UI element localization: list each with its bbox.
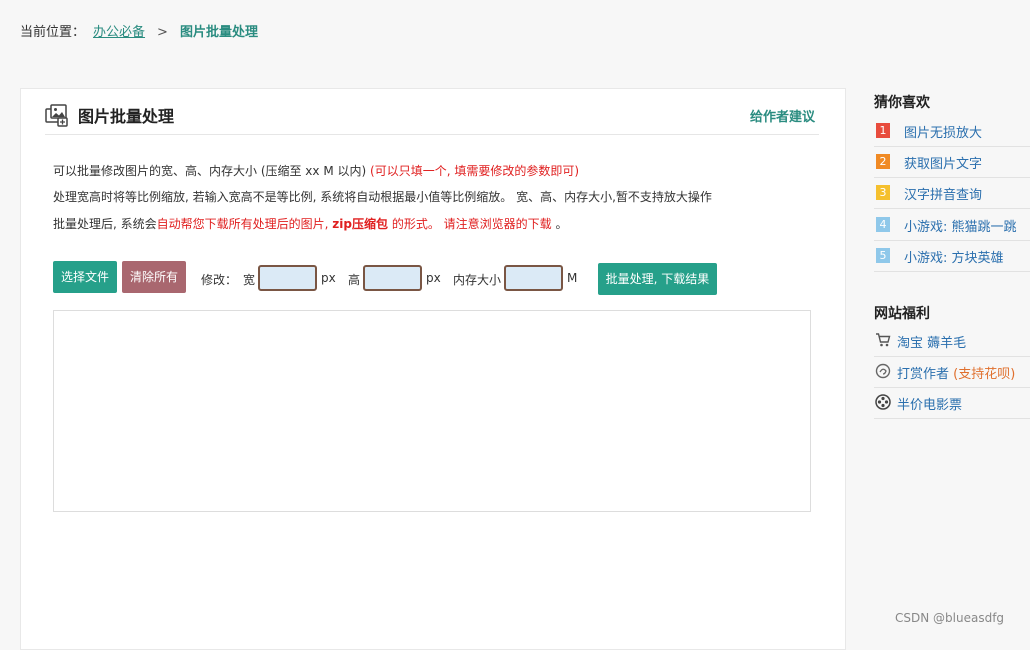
guess-item-label: 获取图片文字 <box>904 157 983 172</box>
perk-item-movie[interactable]: 半价电影票 <box>874 388 1030 419</box>
perk-label: 淘宝 薅羊毛 <box>897 336 967 351</box>
guess-title: 猜你喜欢 <box>874 95 930 111</box>
breadcrumb-prefix: 当前位置： <box>20 25 86 40</box>
perk-item-taobao[interactable]: 淘宝 薅羊毛 <box>874 326 1030 357</box>
rank-number: 3 <box>876 185 890 200</box>
breadcrumb-separator: > <box>157 25 168 40</box>
desc1-main: 可以批量修改图片的宽、高、内存大小 (压缩至 xx M 以内) <box>53 164 367 178</box>
desc3-red-2: 的形式。 请注意浏览器的下载 <box>391 217 552 231</box>
guess-item[interactable]: 2 获取图片文字 <box>874 146 1030 178</box>
rank-number: 5 <box>876 248 890 263</box>
panel-header: 图片批量处理 给作者建议 <box>45 101 819 135</box>
desc3-red-1: 自动帮您下载所有处理后的图片, <box>156 217 329 231</box>
rank-number: 4 <box>876 217 890 232</box>
breadcrumb-current: 图片批量处理 <box>179 25 258 40</box>
main-panel: 图片批量处理 给作者建议 可以批量修改图片的宽、高、内存大小 (压缩至 xx M… <box>20 88 846 650</box>
rank-number: 1 <box>876 123 890 138</box>
batch-process-button[interactable]: 批量处理, 下载结果 <box>598 263 717 295</box>
desc3-end: 。 <box>555 217 568 231</box>
image-drop-area[interactable] <box>53 310 811 512</box>
description-line-3: 批量处理后, 系统会自动帮您下载所有处理后的图片, zip压缩包 的形式。 请注… <box>53 215 568 232</box>
width-label: 宽 <box>243 273 256 287</box>
choose-file-button[interactable]: 选择文件 <box>53 261 117 293</box>
reward-icon <box>875 363 891 379</box>
size-input[interactable] <box>504 265 563 291</box>
guess-item-label: 汉字拼音查询 <box>904 188 983 203</box>
perk-label: 半价电影票 <box>897 398 963 413</box>
guess-item-label: 小游戏: 方块英雄 <box>904 251 1004 266</box>
description-line-2: 处理宽高时将等比例缩放, 若输入宽高不是等比例, 系统将自动根据最小值等比例缩放… <box>53 190 712 204</box>
perk-label: 打赏作者 (支持花呗) <box>897 363 1015 382</box>
breadcrumb-link-office[interactable]: 办公必备 <box>93 25 145 40</box>
desc3-pre: 批量处理后, 系统会 <box>53 217 157 231</box>
width-input[interactable] <box>258 265 317 291</box>
page-title: 图片批量处理 <box>78 107 175 126</box>
rank-number: 2 <box>876 154 890 169</box>
desc3-bold: zip压缩包 <box>332 217 388 231</box>
height-unit: px <box>426 271 441 285</box>
desc1-note: (可以只填一个, 填需要修改的参数即可) <box>370 164 580 178</box>
perks-title: 网站福利 <box>874 306 930 322</box>
watermark: CSDN @blueasdfg <box>895 611 1005 625</box>
suggest-link[interactable]: 给作者建议 <box>750 106 815 125</box>
guess-item[interactable]: 1 图片无损放大 <box>874 115 1030 147</box>
description-line-1: 可以批量修改图片的宽、高、内存大小 (压缩至 xx M 以内) (可以只填一个,… <box>53 162 579 179</box>
size-unit: M <box>567 271 578 285</box>
size-label: 内存大小 <box>453 273 502 287</box>
film-reel-icon <box>875 394 891 410</box>
guess-item-label: 小游戏: 熊猫跳一跳 <box>904 220 1017 235</box>
height-input[interactable] <box>363 265 422 291</box>
guess-item[interactable]: 3 汉字拼音查询 <box>874 177 1030 209</box>
width-unit: px <box>321 271 336 285</box>
cart-icon <box>876 333 891 347</box>
breadcrumb: 当前位置： 办公必备 > 图片批量处理 <box>20 21 258 40</box>
height-label: 高 <box>348 273 361 287</box>
modify-label: 修改： <box>201 273 238 287</box>
guess-item[interactable]: 4 小游戏: 熊猫跳一跳 <box>874 209 1030 241</box>
guess-item-label: 图片无损放大 <box>904 126 983 141</box>
perk-extra-note: (支持花呗) <box>953 367 1016 382</box>
perk-item-reward[interactable]: 打赏作者 (支持花呗) <box>874 357 1030 388</box>
guess-item[interactable]: 5 小游戏: 方块英雄 <box>874 240 1030 272</box>
images-icon <box>45 104 68 127</box>
perk-label-text: 打赏作者 <box>897 367 950 382</box>
clear-all-button[interactable]: 清除所有 <box>122 261 186 293</box>
